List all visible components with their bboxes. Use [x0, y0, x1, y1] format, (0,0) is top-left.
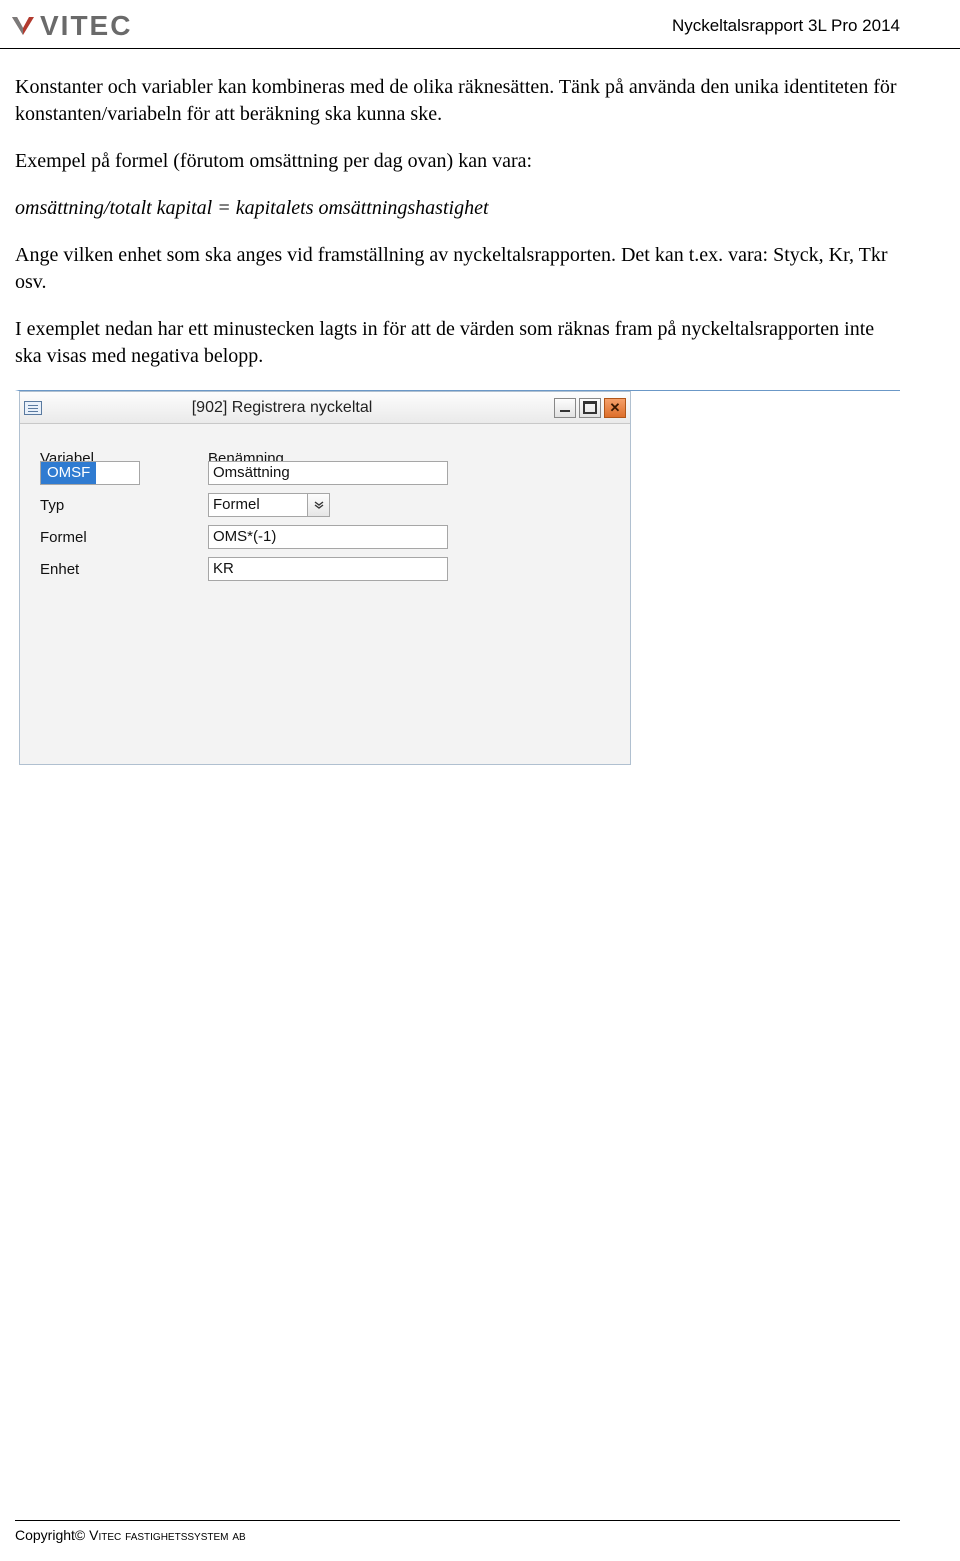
- maximize-button[interactable]: [579, 398, 601, 418]
- paragraph-4: Ange vilken enhet som ska anges vid fram…: [15, 242, 900, 296]
- minimize-button[interactable]: [554, 398, 576, 418]
- logo-text: VITEC: [40, 10, 132, 42]
- vitec-logo-icon: [10, 13, 36, 39]
- paragraph-3-formula: omsättning/totalt kapital = kapitalets o…: [15, 195, 900, 222]
- field-enhet[interactable]: KR: [208, 557, 448, 581]
- field-variabel[interactable]: OMSF: [40, 461, 140, 485]
- page-header: VITEC Nyckeltalsrapport 3L Pro 2014: [0, 0, 960, 49]
- row-variabel-values: OMSF Omsättning: [40, 461, 620, 485]
- chevron-down-icon: [314, 501, 324, 509]
- close-button[interactable]: ✕: [604, 398, 626, 418]
- row-typ: Typ Formel: [40, 493, 620, 517]
- window-titlebar: [902] Registrera nyckeltal ✕: [20, 392, 630, 424]
- embedded-window-screenshot: [902] Registrera nyckeltal ✕ Variabel Be…: [15, 390, 900, 765]
- field-typ[interactable]: Formel: [208, 493, 308, 517]
- field-variabel-value: OMSF: [41, 462, 96, 484]
- window-body: Variabel Benämning OMSF Omsättning Typ F…: [20, 424, 630, 764]
- label-formel: Formel: [40, 529, 208, 546]
- paragraph-2: Exempel på formel (förutom omsättning pe…: [15, 148, 900, 175]
- field-benamning[interactable]: Omsättning: [208, 461, 448, 485]
- field-formel[interactable]: OMS*(-1): [208, 525, 448, 549]
- content-area: Konstanter och variabler kan kombineras …: [0, 74, 960, 765]
- row-enhet: Enhet KR: [40, 557, 620, 581]
- dropdown-button-typ[interactable]: [308, 493, 330, 517]
- window-title: [902] Registrera nyckeltal: [50, 399, 554, 417]
- paragraph-5: I exemplet nedan har ett minustecken lag…: [15, 316, 900, 370]
- paragraph-1: Konstanter och variabler kan kombineras …: [15, 74, 900, 128]
- logo: VITEC: [10, 10, 132, 42]
- row-formel: Formel OMS*(-1): [40, 525, 620, 549]
- window-frame: [902] Registrera nyckeltal ✕ Variabel Be…: [19, 391, 631, 765]
- window-buttons: ✕: [554, 398, 626, 418]
- page-footer: Copyright© Vitec fastighetssystem ab: [15, 1520, 900, 1543]
- footer-company: Vitec fastighetssystem ab: [89, 1527, 246, 1543]
- document-icon: [24, 401, 42, 415]
- footer-prefix: Copyright©: [15, 1527, 89, 1543]
- label-typ: Typ: [40, 497, 208, 514]
- header-title: Nyckeltalsrapport 3L Pro 2014: [672, 16, 900, 36]
- combo-typ: Formel: [208, 493, 330, 517]
- label-enhet: Enhet: [40, 561, 208, 578]
